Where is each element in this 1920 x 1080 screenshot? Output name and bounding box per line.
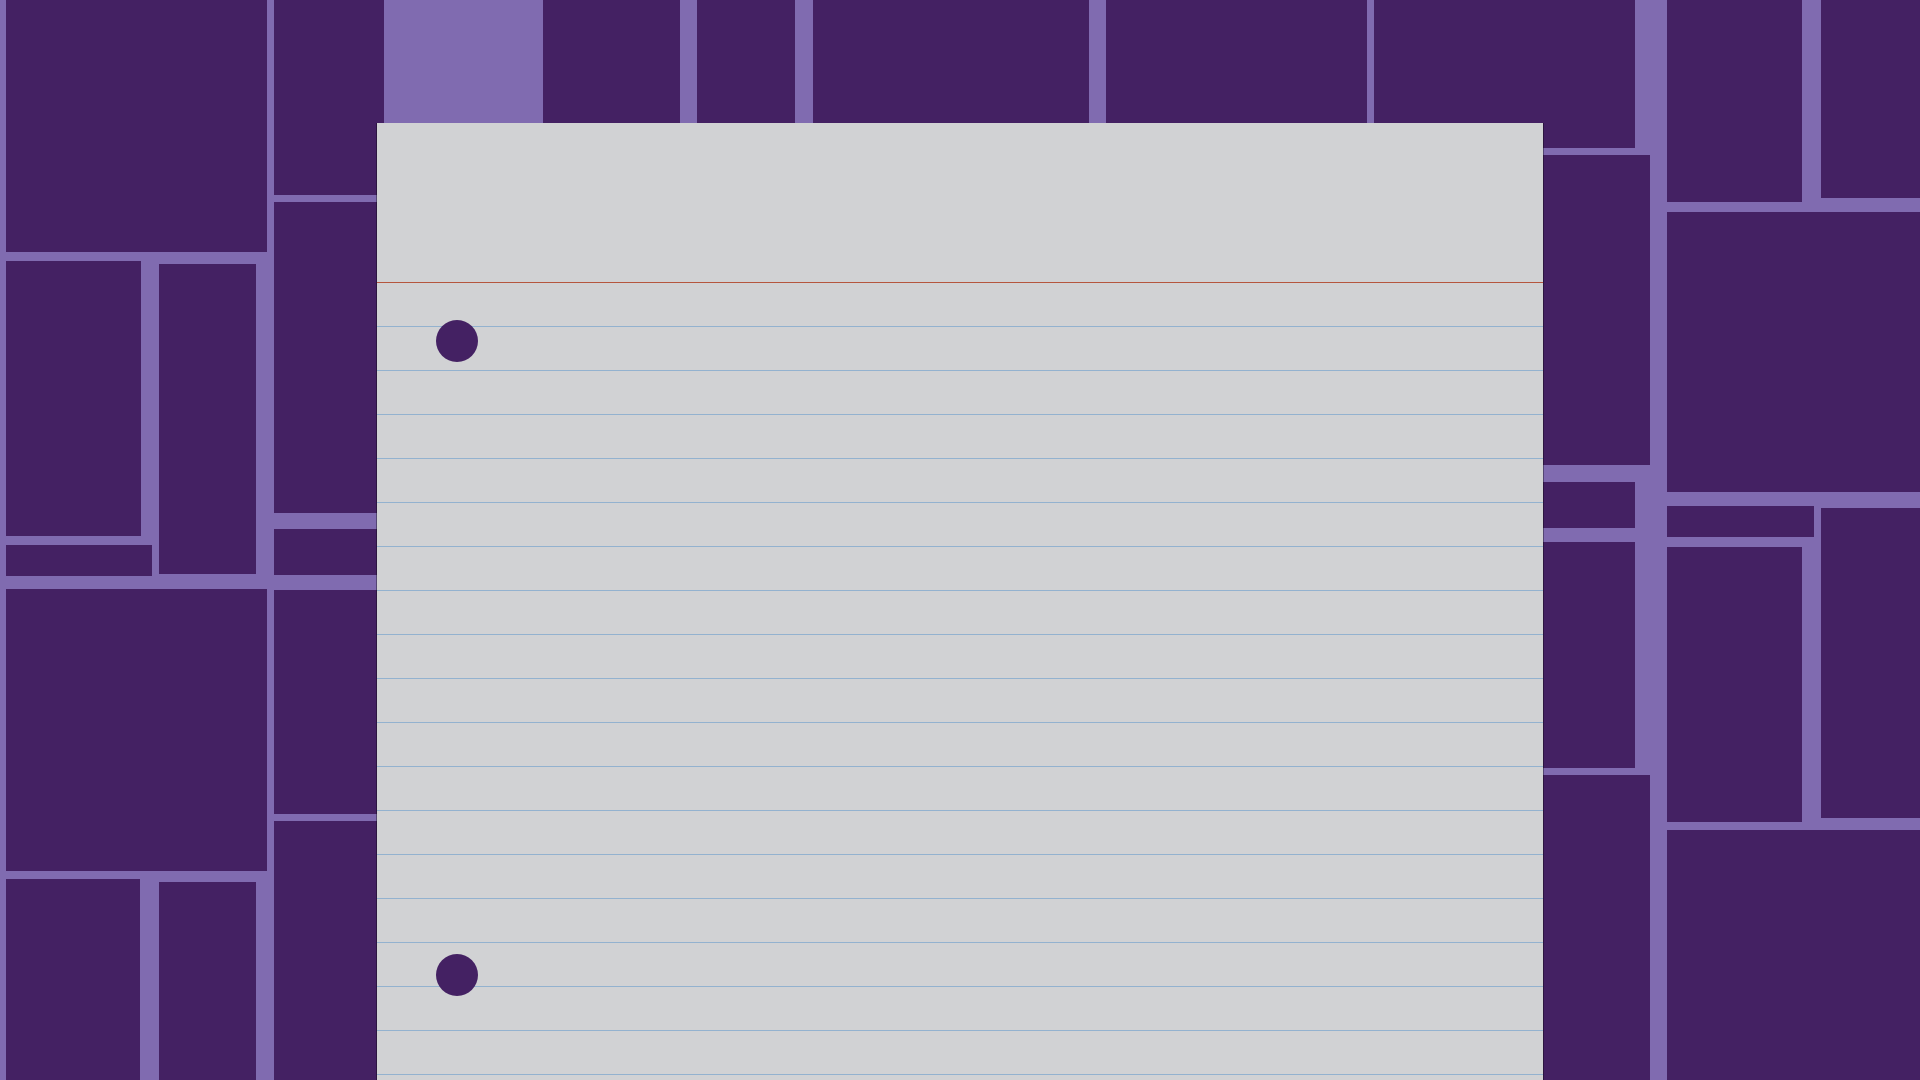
rule-line: [377, 546, 1543, 547]
wallpaper-tile: [1530, 542, 1635, 768]
wallpaper-tile: [1530, 482, 1635, 528]
wallpaper-tile: [543, 0, 680, 130]
notebook-paper: [377, 123, 1543, 1080]
wallpaper-tile: [697, 0, 795, 130]
wallpaper-tile: [1667, 830, 1920, 1080]
wallpaper-tile: [274, 529, 384, 575]
rule-line: [377, 810, 1543, 811]
rule-line: [377, 722, 1543, 723]
rule-line: [377, 766, 1543, 767]
wallpaper-tile: [813, 0, 1089, 130]
rule-line: [377, 458, 1543, 459]
wallpaper-tile: [1667, 0, 1802, 202]
wallpaper-tile: [274, 0, 384, 195]
wallpaper-tile: [1821, 508, 1920, 818]
wallpaper-tile: [1667, 212, 1920, 492]
wallpaper-tile: [1106, 0, 1367, 130]
header-margin-line: [377, 282, 1543, 283]
rule-line: [377, 502, 1543, 503]
punch-hole: [436, 954, 478, 996]
wallpaper-tile: [6, 261, 141, 536]
wallpaper-tile: [6, 589, 267, 871]
rule-line: [377, 326, 1543, 327]
wallpaper-tile: [1530, 155, 1650, 465]
rule-line: [377, 854, 1543, 855]
rule-line: [377, 1030, 1543, 1031]
wallpaper-tile: [6, 879, 140, 1080]
wallpaper-tile: [1530, 775, 1650, 1080]
rule-line: [377, 634, 1543, 635]
rule-line: [377, 370, 1543, 371]
rule-line: [377, 678, 1543, 679]
desktop-background: [0, 0, 1920, 1080]
wallpaper-tile: [6, 545, 152, 576]
wallpaper-tile: [6, 0, 267, 252]
punch-hole: [436, 320, 478, 362]
wallpaper-tile: [1667, 547, 1802, 822]
rule-line: [377, 942, 1543, 943]
wallpaper-tile: [274, 821, 384, 1080]
wallpaper-tile: [274, 202, 384, 513]
wallpaper-tile: [274, 590, 384, 814]
rule-line: [377, 898, 1543, 899]
wallpaper-tile: [159, 882, 256, 1080]
wallpaper-tile: [159, 264, 256, 574]
paper-header: [377, 123, 1543, 282]
wallpaper-tile: [1821, 0, 1920, 198]
rule-line: [377, 414, 1543, 415]
rule-line: [377, 986, 1543, 987]
wallpaper-tile: [1667, 506, 1814, 537]
rule-line: [377, 1074, 1543, 1075]
rule-line: [377, 590, 1543, 591]
